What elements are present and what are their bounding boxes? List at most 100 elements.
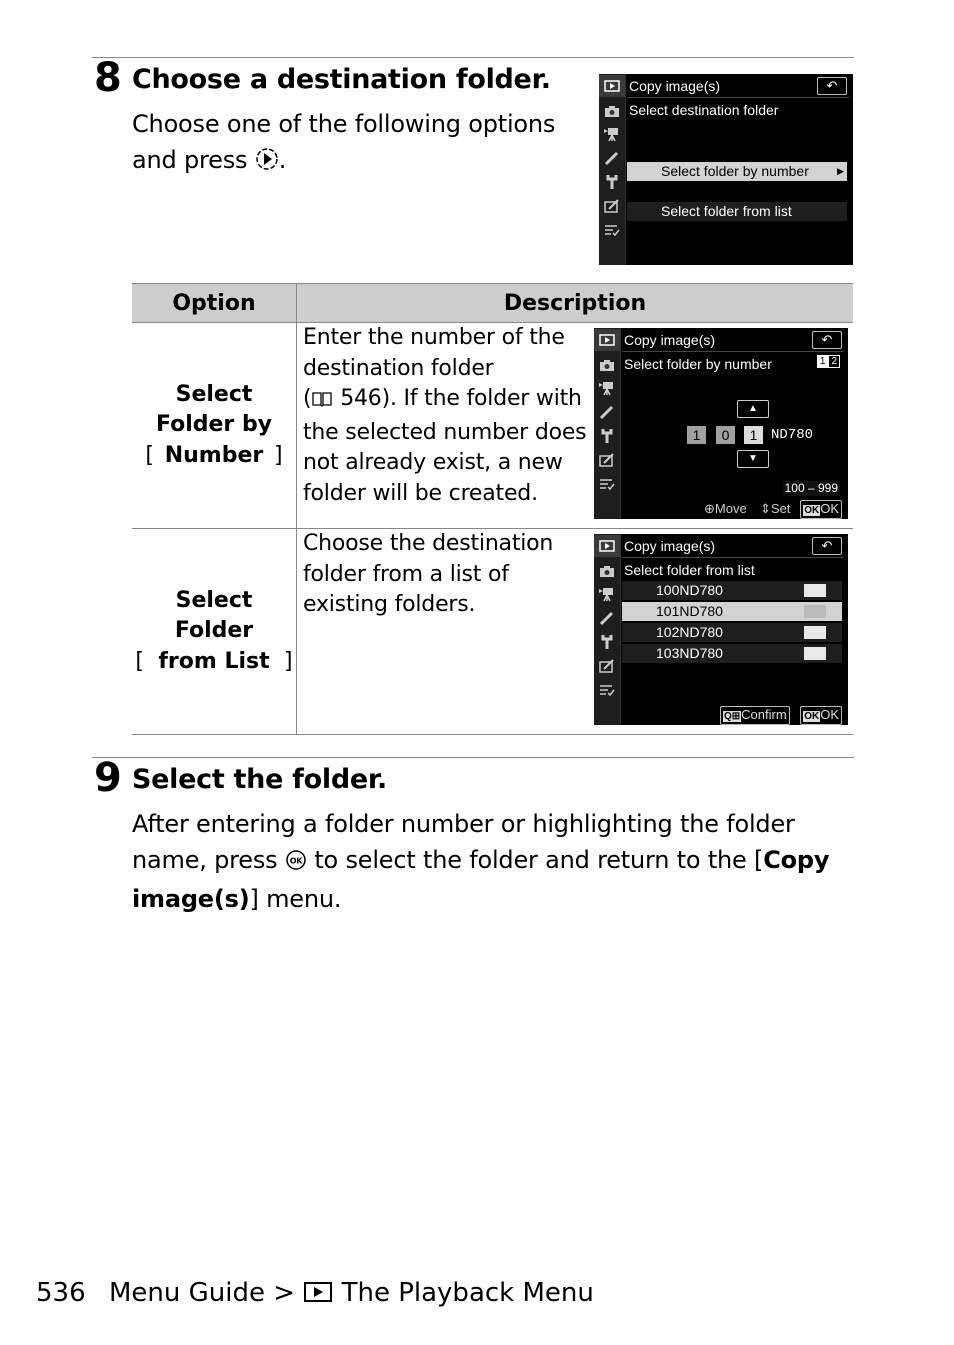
book-icon <box>311 387 333 418</box>
breadcrumb-item[interactable]: Menu Guide > <box>109 1278 295 1308</box>
title-divider <box>622 557 844 558</box>
movie-icon[interactable] <box>599 586 615 602</box>
folder-digit[interactable]: 0 <box>716 426 735 444</box>
title-divider <box>622 351 844 352</box>
step-instruction: Choose one of the following options and … <box>132 106 555 181</box>
menu-item-select-by-number[interactable]: Select folder by number ▶ <box>627 162 847 181</box>
confirm-label: Confirm <box>741 707 787 722</box>
option-name: Select Folder from List <box>158 587 270 674</box>
menu-sidebar <box>594 534 621 725</box>
table-row: [Select Folder from List] Choose the des… <box>132 528 853 735</box>
return-icon[interactable]: ↶ <box>817 77 847 95</box>
instruction-line: After entering a folder number or highli… <box>132 810 795 838</box>
instruction-line: and press . <box>132 142 555 181</box>
description-line: ( 546). If the folder with <box>303 384 593 418</box>
wrench-icon[interactable] <box>599 428 615 444</box>
menu-name: Copy <box>763 846 830 874</box>
ok-label: OK <box>820 501 839 516</box>
pencil-icon[interactable] <box>604 150 620 166</box>
instruction-text: to select the folder and return to the [ <box>314 846 764 874</box>
menu-sidebar <box>599 74 626 265</box>
option-name: Select Folder by Number <box>155 381 273 468</box>
menu-item-select-from-list[interactable]: Select folder from list <box>627 202 847 221</box>
folder-list-item[interactable]: 102ND780 <box>622 623 842 642</box>
description-line: Choose the destination <box>303 531 554 556</box>
title-divider <box>627 97 849 98</box>
footer-set-hint: ⇕Set <box>760 501 791 516</box>
screen-title: Copy image(s) <box>624 332 716 348</box>
playback-icon[interactable] <box>599 75 625 97</box>
screen-subtitle: Select folder from list <box>624 562 755 578</box>
my-menu-icon[interactable] <box>599 476 615 492</box>
table-row: [Select Folder by Number] Enter the numb… <box>132 322 853 529</box>
camera-icon[interactable] <box>599 357 615 373</box>
step-title: Select the folder. <box>132 764 387 795</box>
menu-item-label: Select folder by number <box>661 163 809 179</box>
card-slot-2: 2 <box>828 355 840 368</box>
instruction-text: name, press <box>132 846 278 874</box>
ok-button[interactable]: OKOK <box>800 500 842 519</box>
description-line: not already exist, a new <box>303 450 563 475</box>
column-header-option: Option <box>132 283 297 323</box>
description-text: Choose the destination folder from a lis… <box>297 529 593 621</box>
description-line: Enter the number of the <box>303 325 565 350</box>
bracket: ] <box>274 442 283 468</box>
camera-icon[interactable] <box>599 563 615 579</box>
retouch-icon[interactable] <box>604 198 620 214</box>
page-reference-link[interactable]: 546). If the folder with <box>340 386 582 411</box>
folder-list-item-selected[interactable]: 101ND780 <box>622 602 842 621</box>
description-line: existing folders. <box>303 592 476 617</box>
folder-list-item[interactable]: 103ND780 <box>622 644 842 663</box>
camera-icon[interactable] <box>604 103 620 119</box>
wrench-icon[interactable] <box>599 634 615 650</box>
instruction-text: ] menu. <box>249 885 342 913</box>
camera-screen-destination: Copy image(s) ↶ Select destination folde… <box>599 74 853 265</box>
description-line: the selected number does <box>303 419 587 445</box>
options-table: Option Description [Select Folder by Num… <box>132 283 853 735</box>
retouch-icon[interactable] <box>599 452 615 468</box>
ok-button-icon: OK <box>285 845 307 881</box>
pencil-icon[interactable] <box>599 404 615 420</box>
screen-title: Copy image(s) <box>624 538 716 554</box>
menu-item-label: Select folder from list <box>661 203 792 219</box>
instruction-text: and press <box>132 146 248 174</box>
folder-digit[interactable]: 1 <box>687 426 706 444</box>
retouch-icon[interactable] <box>599 658 615 674</box>
breadcrumb: Menu Guide > The Playback Menu <box>109 1276 594 1313</box>
menu-name: image(s) <box>132 885 250 913</box>
decrement-button[interactable]: ▼ <box>737 450 769 468</box>
step-instruction: After entering a folder number or highli… <box>132 806 852 917</box>
my-menu-icon[interactable] <box>599 682 615 698</box>
footer-move-hint: ⊕Move <box>704 501 747 516</box>
movie-icon[interactable] <box>599 380 615 396</box>
svg-text:OK: OK <box>290 857 304 866</box>
wrench-icon[interactable] <box>604 174 620 190</box>
folder-name: 102ND780 <box>656 624 723 640</box>
step-number: 8 <box>94 55 122 101</box>
folder-name: 103ND780 <box>656 645 723 661</box>
breadcrumb-item[interactable]: The Playback Menu <box>342 1278 594 1308</box>
instruction-text: . <box>278 146 287 174</box>
ok-button-icon: OK <box>803 505 821 516</box>
bracket: [ <box>145 442 154 468</box>
zoom-out-button-icon: Q⊞ <box>723 711 742 722</box>
movie-icon[interactable] <box>604 126 620 142</box>
camera-screen-by-number: Copy image(s) ↶ Select folder by number … <box>594 328 848 519</box>
return-icon[interactable]: ↶ <box>812 331 842 349</box>
playback-icon[interactable] <box>594 535 620 557</box>
increment-button[interactable]: ▲ <box>737 400 769 418</box>
pencil-icon[interactable] <box>599 610 615 626</box>
playback-icon[interactable] <box>594 329 620 351</box>
folder-thumbnail <box>804 626 826 639</box>
confirm-button[interactable]: Q⊞Confirm <box>720 706 790 725</box>
section-divider <box>92 757 854 758</box>
folder-list-item[interactable]: 100ND780 <box>622 581 842 600</box>
folder-name: 101ND780 <box>656 603 723 619</box>
folder-name: 100ND780 <box>656 582 723 598</box>
ok-button[interactable]: OKOK <box>800 706 842 725</box>
multi-selector-right-icon <box>255 145 279 181</box>
my-menu-icon[interactable] <box>604 222 620 238</box>
return-icon[interactable]: ↶ <box>812 537 842 555</box>
screen-subtitle: Select folder by number <box>624 356 772 372</box>
folder-digit-active[interactable]: 1 <box>744 426 763 444</box>
